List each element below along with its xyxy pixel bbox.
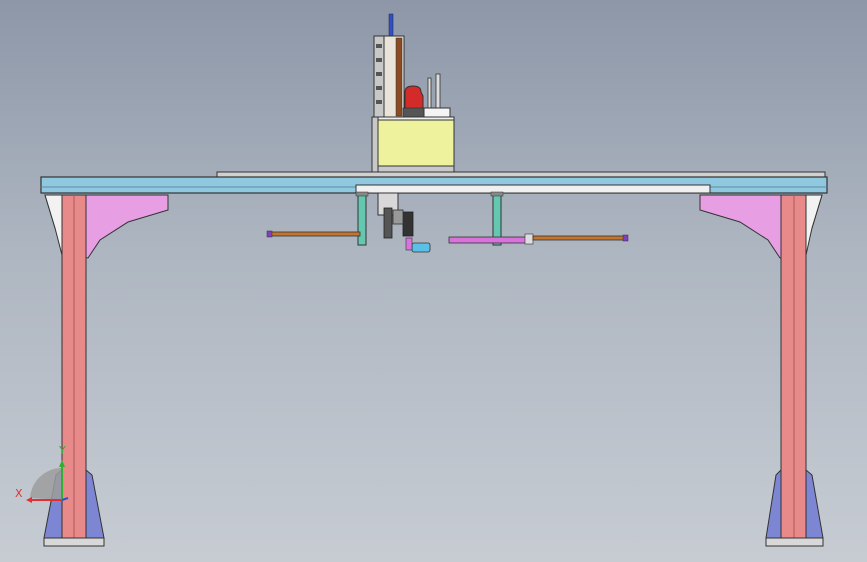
right-foot-plate xyxy=(765,537,824,547)
left-rod xyxy=(267,231,361,237)
left-rod-end xyxy=(266,230,273,238)
right-leg-assembly xyxy=(699,194,824,547)
pusher-arm xyxy=(448,236,530,244)
right-foot-gusset xyxy=(765,468,782,539)
left-support-post xyxy=(357,194,367,246)
gantry-model: X Y xyxy=(15,13,828,547)
pneumatic-cylinder xyxy=(411,242,431,253)
right-foot-gusset-right xyxy=(805,468,824,539)
left-gusset-outer xyxy=(44,194,63,256)
right-post-cap xyxy=(490,191,504,197)
beam-top-rail xyxy=(216,171,826,178)
right-rod-end xyxy=(622,234,629,242)
carriage-plate xyxy=(355,184,711,194)
cad-viewport[interactable]: X Y xyxy=(0,0,867,562)
triad-x-label: X xyxy=(15,487,23,500)
tool-assembly xyxy=(266,191,629,253)
right-rod xyxy=(532,235,626,241)
vertical-shaft xyxy=(388,13,394,39)
right-gusset-outer xyxy=(805,194,823,256)
z-axis-column-left xyxy=(373,35,385,119)
left-foot-plate xyxy=(43,537,105,547)
triad-x-arrow xyxy=(26,497,32,503)
gripper-link xyxy=(392,209,404,225)
triad-y-label: Y xyxy=(58,444,66,457)
coordinate-triad[interactable]: X Y xyxy=(15,444,69,503)
left-post-cap xyxy=(355,191,369,197)
top-drive-assembly xyxy=(371,13,455,173)
housing-side-panel xyxy=(371,116,379,173)
arm-bracket xyxy=(524,233,534,245)
sensor-post-2 xyxy=(435,73,441,111)
z-axis-screw xyxy=(395,37,403,117)
cross-beam xyxy=(40,171,828,194)
gripper-jaw-left xyxy=(383,207,393,239)
cylinder-mount xyxy=(405,237,413,251)
sensor-post-1 xyxy=(427,77,432,111)
triad-base-disc xyxy=(30,467,62,500)
gripper-jaw-right xyxy=(402,211,414,237)
housing-base xyxy=(377,165,455,173)
drive-housing xyxy=(377,119,455,169)
left-foot-gusset-right xyxy=(85,468,105,539)
